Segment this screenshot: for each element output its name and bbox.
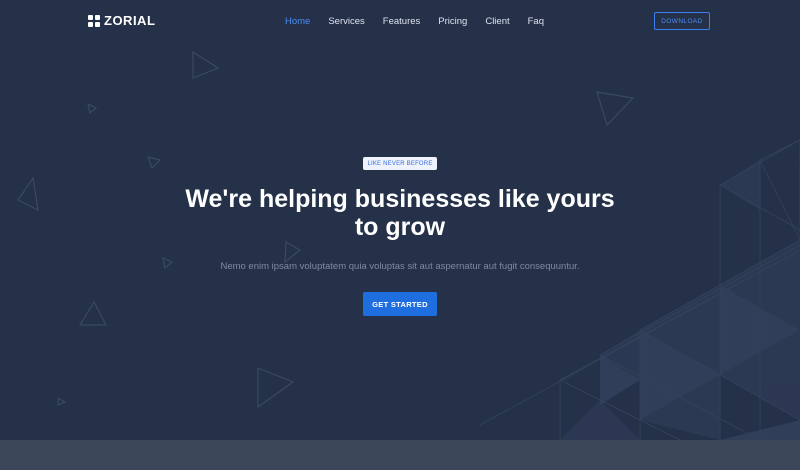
next-section-edge [0, 440, 800, 470]
decor-triangle [57, 396, 67, 406]
decor-triangle [596, 91, 635, 127]
get-started-button[interactable]: GET STARTED [363, 292, 437, 316]
decor-triangle [78, 300, 107, 326]
nav-item-pricing[interactable]: Pricing [438, 15, 467, 29]
brand-logo[interactable]: ZORIAL [88, 12, 155, 30]
main-nav: Home Services Features Pricing Client Fa… [285, 15, 562, 29]
brand-name: ZORIAL [104, 13, 156, 28]
nav-item-features[interactable]: Features [383, 15, 421, 29]
nav-item-services[interactable]: Services [328, 15, 364, 29]
decor-triangle [87, 102, 98, 115]
decor-triangle [17, 176, 39, 212]
decor-triangle [257, 367, 295, 409]
decor-triangle [284, 240, 302, 264]
hero-headline: We're helping businesses like yours to g… [170, 185, 630, 241]
nav-item-home[interactable]: Home [285, 15, 310, 29]
hero-subtext: Nemo enim ipsam voluptatem quia voluptas… [220, 261, 580, 272]
top-navbar: ZORIAL Home Services Features Pricing Cl… [0, 0, 800, 44]
decor-triangle [192, 50, 220, 79]
nav-item-faq[interactable]: Faq [528, 15, 544, 29]
download-button[interactable]: DOWNLOAD [654, 12, 710, 30]
nav-item-client[interactable]: Client [485, 15, 509, 29]
hero-headline-line2: to grow [354, 213, 446, 241]
grid-logo-icon [88, 15, 100, 27]
hero-badge: LIKE NEVER BEFORE [363, 157, 437, 170]
hero-headline-line1: We're helping businesses like yours [185, 185, 615, 213]
hero-section: ZORIAL Home Services Features Pricing Cl… [0, 0, 800, 440]
decor-triangle [147, 156, 162, 170]
